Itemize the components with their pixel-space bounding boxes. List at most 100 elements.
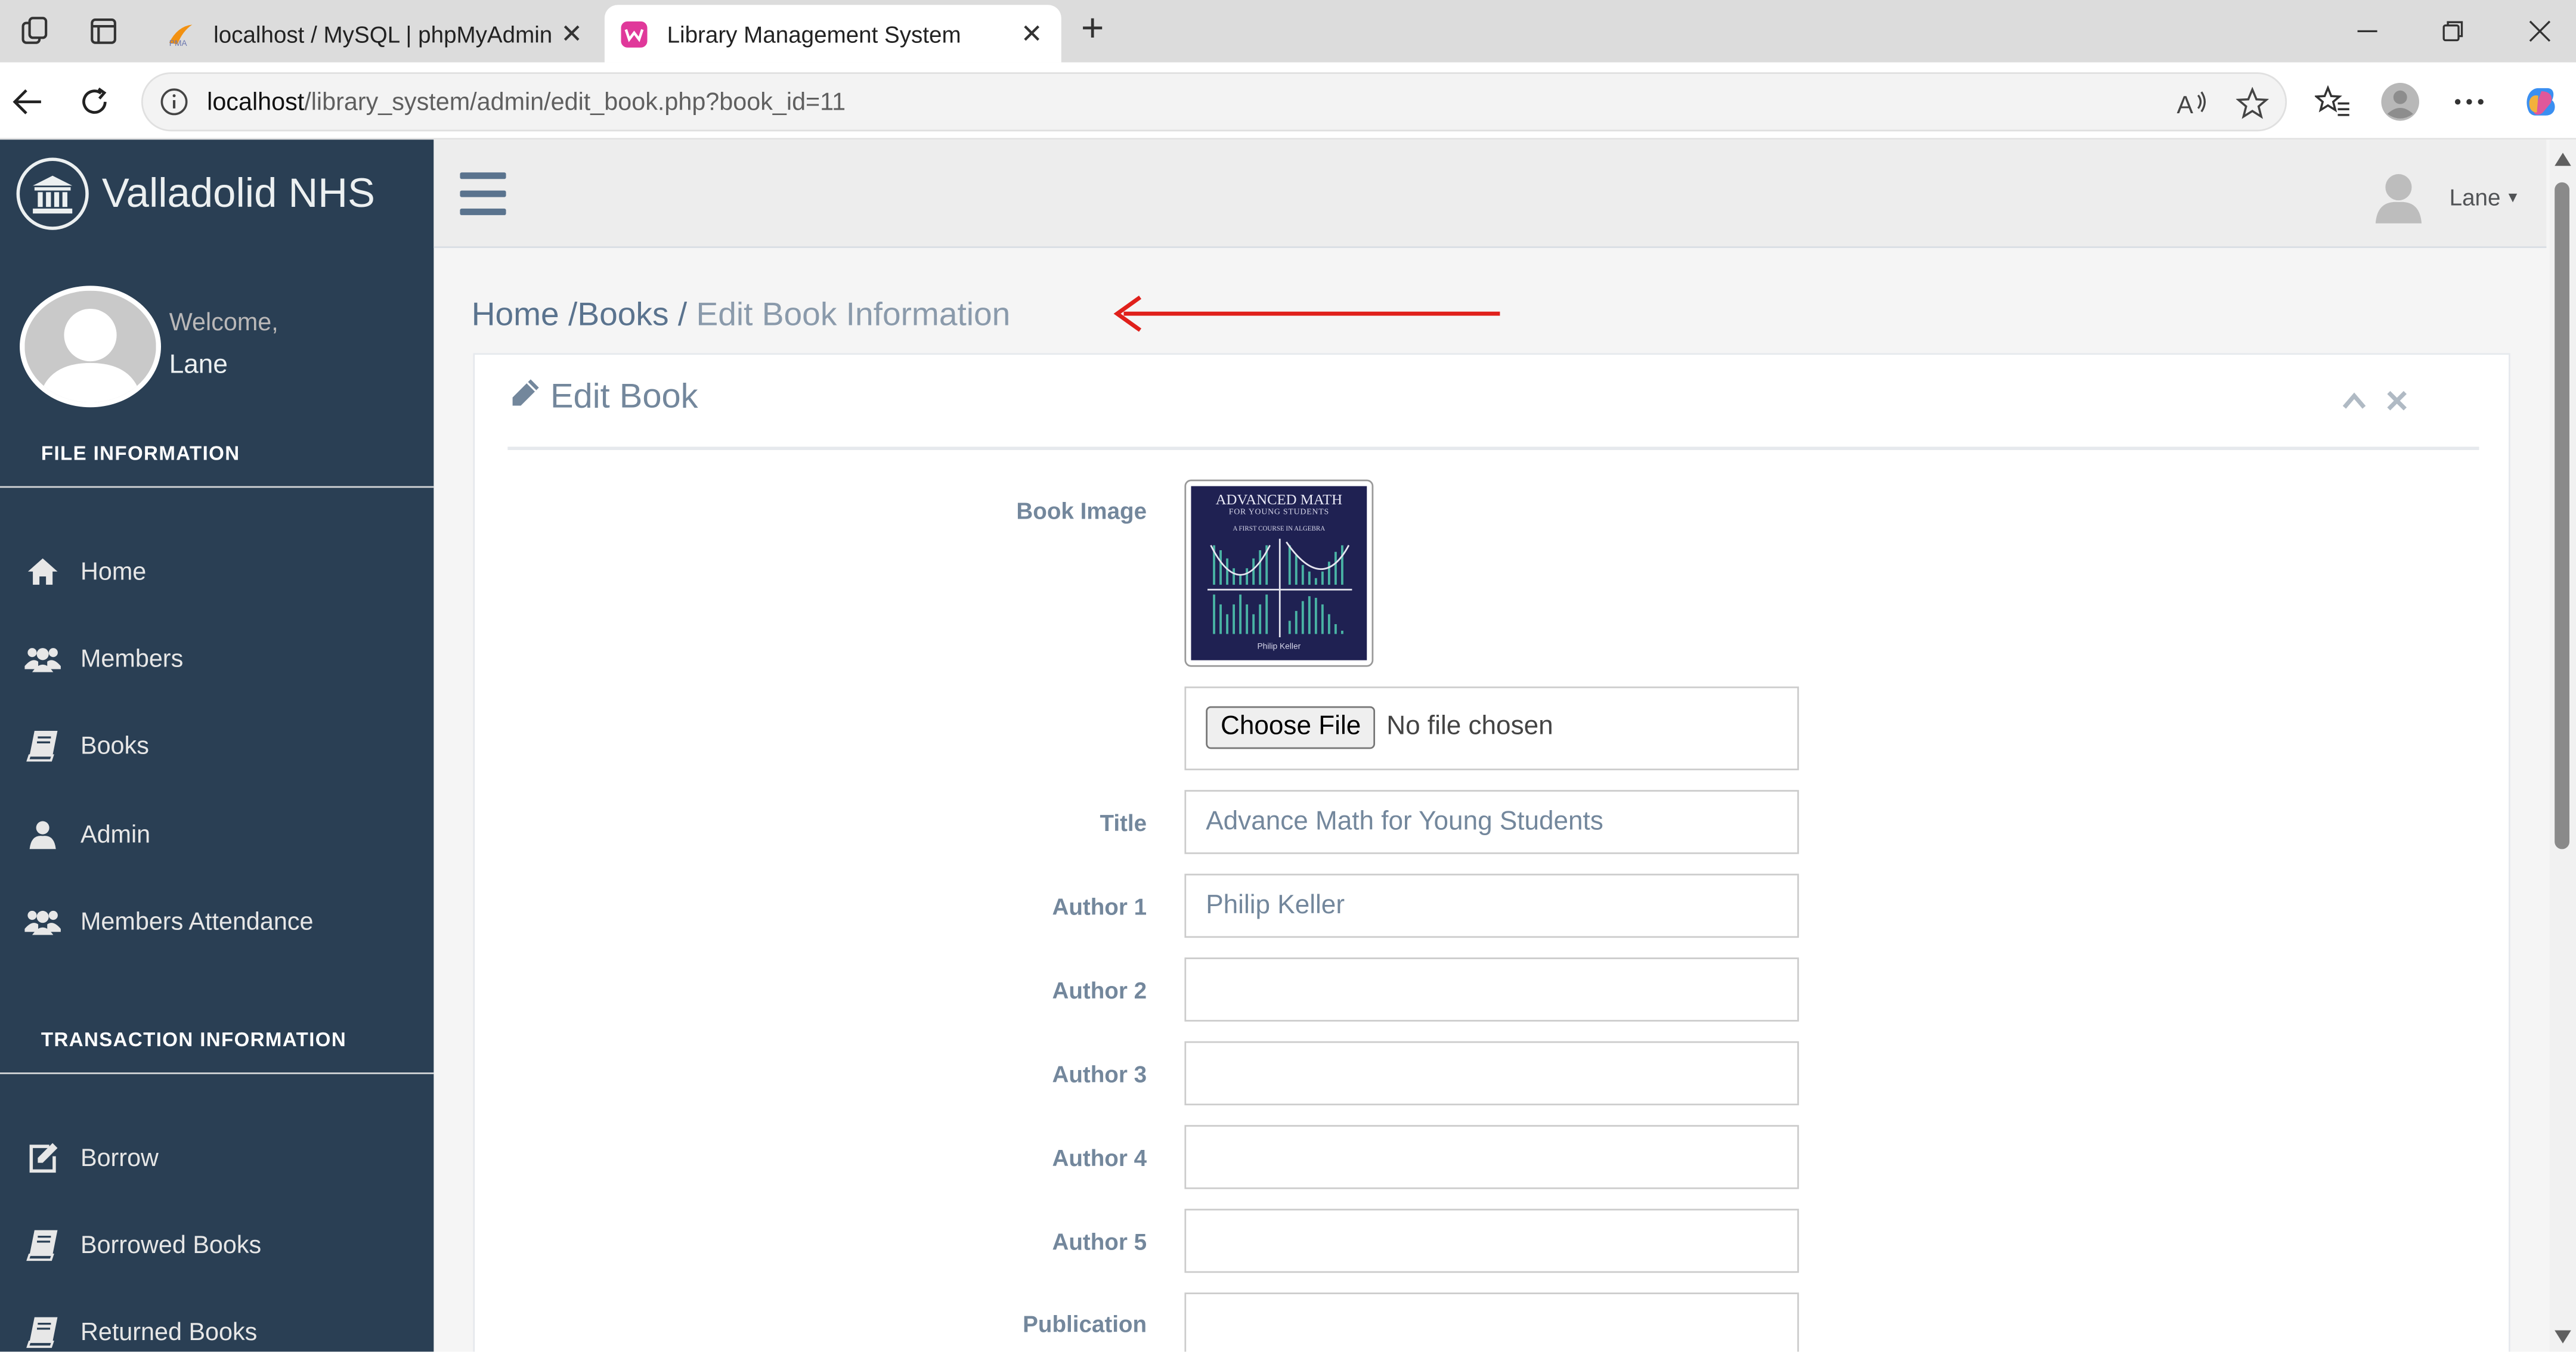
book-cover-title-line1: ADVANCED MATH (1215, 491, 1343, 508)
sidebar-item-label: Admin (80, 820, 151, 849)
scrollbar-thumb[interactable] (2555, 182, 2569, 849)
book-icon (24, 1229, 61, 1261)
close-window-icon[interactable] (2520, 13, 2559, 49)
read-aloud-icon[interactable]: A (2175, 87, 2212, 120)
sidebar-item-members-attendance[interactable]: Members Attendance (0, 889, 434, 954)
favorites-icon[interactable] (2313, 82, 2352, 122)
section-title-file-information: FILE INFORMATION (41, 442, 240, 465)
new-tab-icon[interactable]: + (1071, 9, 1114, 51)
edit-icon (24, 1142, 61, 1174)
collapse-chevron-up-icon[interactable] (2341, 387, 2367, 414)
address-bar[interactable]: localhost/library_system/admin/edit_book… (141, 72, 2287, 132)
svg-text:A: A (2177, 91, 2194, 118)
user-name: Lane (2449, 184, 2501, 210)
back-icon[interactable] (7, 80, 49, 123)
restore-icon[interactable] (2433, 13, 2472, 49)
panel-divider (507, 446, 2479, 450)
file-status-text: No file chosen (1386, 712, 1553, 741)
url-path: /library_system/admin/edit_book.php?book… (304, 88, 846, 117)
breadcrumb-separator: / (677, 297, 688, 334)
book-icon (24, 729, 61, 762)
brand-name: Valladolid NHS (101, 170, 375, 216)
panel-title-text: Edit Book (550, 377, 698, 416)
author-5-input[interactable] (1184, 1208, 1799, 1273)
profile-avatar-icon[interactable] (2380, 82, 2420, 122)
users-icon (24, 905, 61, 938)
breadcrumb-current: Edit Book Information (696, 297, 1011, 334)
book-cover-graph-art (1207, 538, 1352, 637)
minimize-icon[interactable] (2348, 13, 2387, 49)
publication-input[interactable] (1184, 1292, 1799, 1352)
book-cover-subtitle: A FIRST COURSE IN ALGEBRA (1233, 523, 1326, 532)
author-3-input[interactable] (1184, 1041, 1799, 1106)
panel-title: Edit Book (511, 378, 698, 417)
title-input[interactable]: Advance Math for Young Students (1184, 790, 1799, 854)
title-label: Title (1100, 810, 1147, 836)
user-icon (24, 818, 61, 851)
sidebar-item-returned-books[interactable]: Returned Books (0, 1299, 434, 1351)
breadcrumb-books[interactable]: Books (577, 297, 668, 334)
refresh-icon[interactable] (74, 80, 117, 123)
home-icon (24, 555, 61, 588)
author-1-input[interactable]: Philip Keller (1184, 873, 1799, 938)
workspaces-icon[interactable] (15, 11, 54, 51)
tab-title: Library Management System (667, 20, 961, 47)
sidebar-item-label: Books (80, 731, 149, 760)
author-3-label: Author 3 (1052, 1060, 1147, 1087)
book-image-thumbnail: ADVANCED MATH FOR YOUNG STUDENTS A FIRST… (1184, 479, 1374, 667)
url-text: localhost/library_system/admin/edit_book… (207, 89, 846, 117)
sidebar-item-label: Home (80, 557, 147, 586)
tab-title: localhost / MySQL | phpMyAdmin (213, 20, 553, 47)
copilot-icon[interactable] (2520, 82, 2559, 122)
menu-toggle-icon[interactable] (460, 172, 506, 215)
breadcrumb: Home /Books / Edit Book Information (472, 297, 1011, 335)
sidebar-item-home[interactable]: Home (0, 539, 434, 604)
close-tab-icon[interactable]: ✕ (1015, 17, 1048, 50)
author-1-label: Author 1 (1052, 893, 1147, 920)
page-viewport: Valladolid NHS Welcome, Lane FILE INFORM… (0, 139, 2576, 1352)
section-divider (0, 486, 434, 488)
sidebar-item-books[interactable]: Books (0, 713, 434, 779)
author-2-label: Author 2 (1052, 977, 1147, 1004)
browser-tab-bar: PMA localhost / MySQL | phpMyAdmin ✕ Lib… (0, 0, 2576, 63)
favorite-star-icon[interactable] (2234, 87, 2271, 120)
site-info-icon[interactable] (159, 87, 189, 125)
author-4-label: Author 4 (1052, 1145, 1147, 1171)
tab-phpmyadmin[interactable]: PMA localhost / MySQL | phpMyAdmin ✕ (151, 5, 601, 62)
author-2-input[interactable] (1184, 957, 1799, 1022)
user-avatar (2374, 171, 2423, 224)
scroll-down-arrow-icon[interactable] (2555, 1330, 2571, 1344)
publication-label: Publication (1023, 1310, 1147, 1337)
sidebar-item-borrowed-books[interactable]: Borrowed Books (0, 1212, 434, 1277)
svg-text:PMA: PMA (169, 38, 188, 47)
profile-name: Lane (169, 351, 228, 380)
sidebar-item-label: Returned Books (80, 1317, 258, 1346)
sidebar: Valladolid NHS Welcome, Lane FILE INFORM… (0, 139, 434, 1352)
sidebar-item-label: Borrow (80, 1143, 159, 1172)
page-scrollbar[interactable] (2549, 139, 2576, 1352)
scroll-up-arrow-icon[interactable] (2555, 153, 2571, 166)
more-options-icon[interactable] (2450, 82, 2489, 122)
tab-library-management[interactable]: Library Management System ✕ (604, 5, 1061, 63)
author-4-input[interactable] (1184, 1125, 1799, 1189)
close-tab-icon[interactable]: ✕ (555, 17, 588, 50)
close-icon[interactable] (2384, 387, 2410, 414)
book-icon (24, 1316, 61, 1348)
annotation-arrow-icon (1113, 295, 1500, 332)
sidebar-item-label: Members Attendance (80, 907, 314, 936)
users-icon (24, 642, 61, 675)
sidebar-item-borrow[interactable]: Borrow (0, 1125, 434, 1190)
pencil-icon (511, 378, 541, 417)
sidebar-item-members[interactable]: Members (0, 626, 434, 691)
tab-actions-icon[interactable] (84, 11, 123, 51)
choose-file-button[interactable]: Choose File (1206, 706, 1376, 749)
breadcrumb-home[interactable]: Home (472, 297, 559, 334)
author-5-label: Author 5 (1052, 1228, 1147, 1255)
user-dropdown[interactable]: Lane ▼ (2374, 169, 2520, 225)
sidebar-item-admin[interactable]: Admin (0, 801, 434, 867)
brand[interactable]: Valladolid NHS (16, 156, 375, 232)
sidebar-item-label: Members (80, 644, 184, 673)
panel-tools (2324, 387, 2410, 414)
book-image-label: Book Image (1016, 497, 1147, 524)
section-divider (0, 1072, 434, 1074)
